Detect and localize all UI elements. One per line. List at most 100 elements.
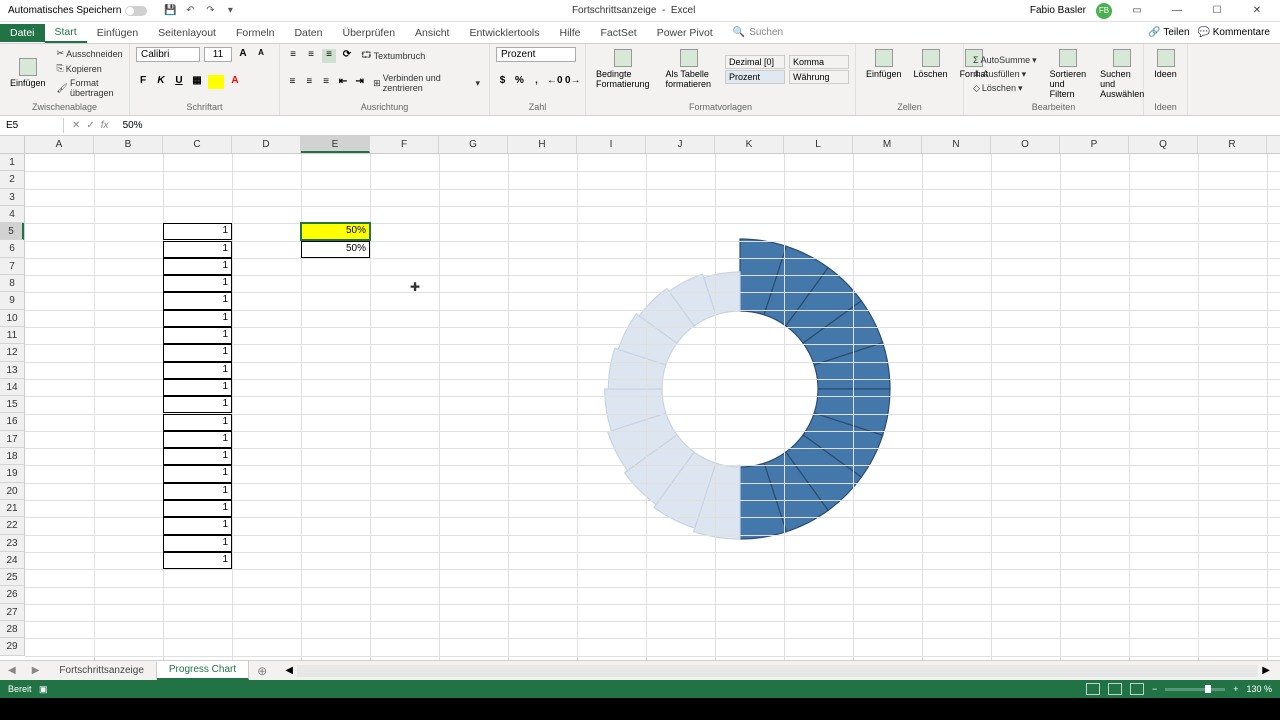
formula-input[interactable]: 50%	[117, 118, 1280, 133]
orientation-icon[interactable]: ⟳	[340, 49, 354, 63]
col-header-H[interactable]: H	[508, 136, 577, 153]
tab-data[interactable]: Daten	[284, 24, 332, 42]
format-table-button[interactable]: Als Tabelle formatieren	[662, 47, 717, 91]
cell-C12[interactable]: 1	[163, 344, 232, 361]
sheet-tab-1[interactable]: Fortschrittsanzeige	[47, 662, 156, 679]
col-header-A[interactable]: A	[25, 136, 94, 153]
cell-C13[interactable]: 1	[163, 362, 232, 379]
style-percent[interactable]: Prozent	[725, 70, 785, 84]
underline-button[interactable]: U	[172, 75, 186, 89]
tab-home[interactable]: Start	[45, 23, 87, 43]
comments-button[interactable]: 💬 Kommentare	[1198, 27, 1270, 38]
align-top-icon[interactable]: ≡	[286, 49, 300, 63]
tab-powerpivot[interactable]: Power Pivot	[647, 24, 723, 42]
row-header-11[interactable]: 11	[0, 327, 24, 344]
row-header-15[interactable]: 15	[0, 396, 24, 413]
cancel-formula-icon[interactable]: ✕	[72, 120, 80, 131]
search-box[interactable]: 🔍 Suchen	[723, 27, 793, 38]
cell-C10[interactable]: 1	[163, 310, 232, 327]
cell-C8[interactable]: 1	[163, 275, 232, 292]
decrease-decimal-icon[interactable]: 0→	[565, 75, 579, 89]
row-header-23[interactable]: 23	[0, 535, 24, 552]
maximize-icon[interactable]: ☐	[1202, 2, 1232, 20]
row-header-17[interactable]: 17	[0, 431, 24, 448]
ideas-button[interactable]: Ideen	[1150, 47, 1181, 81]
select-all-corner[interactable]	[0, 136, 25, 154]
tab-insert[interactable]: Einfügen	[87, 24, 148, 42]
font-color-button[interactable]: A	[228, 75, 242, 89]
sheet-nav-next[interactable]: ▶	[24, 665, 48, 676]
autosum-button[interactable]: Σ AutoSumme ▾	[970, 54, 1040, 67]
worksheet-grid[interactable]: ABCDEFGHIJKLMNOPQR 123456789101112131415…	[0, 136, 1280, 660]
align-right-icon[interactable]: ≡	[320, 76, 333, 90]
row-header-16[interactable]: 16	[0, 413, 24, 430]
tab-file[interactable]: Datei	[0, 24, 45, 42]
add-sheet-button[interactable]: ⊕	[249, 664, 275, 678]
hscroll-right-icon[interactable]: ▶	[1262, 665, 1270, 676]
align-middle-icon[interactable]: ≡	[304, 49, 318, 63]
font-size[interactable]: 11	[204, 47, 232, 62]
col-header-K[interactable]: K	[715, 136, 784, 153]
decrease-font-icon[interactable]: A	[254, 48, 268, 62]
row-header-27[interactable]: 27	[0, 604, 24, 621]
zoom-slider[interactable]	[1165, 688, 1225, 691]
cell-C15[interactable]: 1	[163, 396, 232, 413]
cell-C23[interactable]: 1	[163, 535, 232, 552]
zoom-in-icon[interactable]: +	[1233, 684, 1238, 694]
cell-C21[interactable]: 1	[163, 500, 232, 517]
format-painter-button[interactable]: 🖌 Format übertragen	[54, 77, 126, 99]
increase-decimal-icon[interactable]: ←0	[547, 75, 561, 89]
row-header-26[interactable]: 26	[0, 586, 24, 603]
insert-cells-button[interactable]: Einfügen	[862, 47, 906, 81]
tab-dev[interactable]: Entwicklertools	[459, 24, 549, 42]
fx-icon[interactable]: fx	[101, 120, 109, 131]
clear-button[interactable]: ◇ Löschen ▾	[970, 82, 1040, 95]
row-header-2[interactable]: 2	[0, 171, 24, 188]
find-button[interactable]: Suchen und Auswählen	[1096, 47, 1148, 101]
align-left-icon[interactable]: ≡	[286, 76, 299, 90]
cell-C7[interactable]: 1	[163, 258, 232, 275]
wrap-text-button[interactable]: ⮔ Textumbruch	[358, 47, 428, 65]
sort-filter-button[interactable]: Sortieren und Filtern	[1046, 47, 1091, 101]
row-header-20[interactable]: 20	[0, 483, 24, 500]
col-header-C[interactable]: C	[163, 136, 232, 153]
cell-C17[interactable]: 1	[163, 431, 232, 448]
col-header-N[interactable]: N	[922, 136, 991, 153]
font-name[interactable]: Calibri	[136, 47, 200, 62]
donut-chart[interactable]	[585, 234, 895, 544]
cell-C20[interactable]: 1	[163, 483, 232, 500]
style-currency[interactable]: Währung	[789, 70, 849, 84]
ribbon-options-icon[interactable]: ▭	[1122, 2, 1152, 20]
col-header-J[interactable]: J	[646, 136, 715, 153]
border-button[interactable]: ▦	[190, 75, 204, 89]
hscroll-track[interactable]	[297, 665, 1258, 677]
cell-C11[interactable]: 1	[163, 327, 232, 344]
qat-dropdown-icon[interactable]: ▾	[223, 4, 237, 18]
row-header-12[interactable]: 12	[0, 344, 24, 361]
zoom-out-icon[interactable]: −	[1152, 684, 1157, 694]
save-icon[interactable]: 💾	[163, 4, 177, 18]
toggle-off-icon[interactable]	[125, 6, 147, 16]
indent-decrease-icon[interactable]: ⇤	[336, 76, 349, 90]
page-break-view-icon[interactable]	[1130, 683, 1144, 695]
row-header-29[interactable]: 29	[0, 638, 24, 655]
indent-increase-icon[interactable]: ⇥	[353, 76, 366, 90]
percent-icon[interactable]: %	[513, 75, 526, 89]
tab-factset[interactable]: FactSet	[591, 24, 647, 42]
currency-icon[interactable]: $	[496, 75, 509, 89]
cell-E6[interactable]: 50%	[301, 241, 370, 258]
row-header-22[interactable]: 22	[0, 517, 24, 534]
cell-E5-selected[interactable]: 50%	[300, 222, 371, 241]
row-header-18[interactable]: 18	[0, 448, 24, 465]
italic-button[interactable]: K	[154, 75, 168, 89]
comma-icon[interactable]: ,	[530, 75, 543, 89]
cell-C18[interactable]: 1	[163, 448, 232, 465]
merge-button[interactable]: ⊞ Verbinden und zentrieren ▾	[370, 72, 483, 94]
align-bottom-icon[interactable]: ≡	[322, 49, 336, 63]
cut-button[interactable]: ✂ Ausschneiden	[54, 47, 126, 60]
row-header-3[interactable]: 3	[0, 189, 24, 206]
cell-C16[interactable]: 1	[163, 414, 232, 431]
sheet-nav-prev[interactable]: ◀	[0, 665, 24, 676]
delete-cells-button[interactable]: Löschen	[910, 47, 952, 81]
row-header-28[interactable]: 28	[0, 621, 24, 638]
